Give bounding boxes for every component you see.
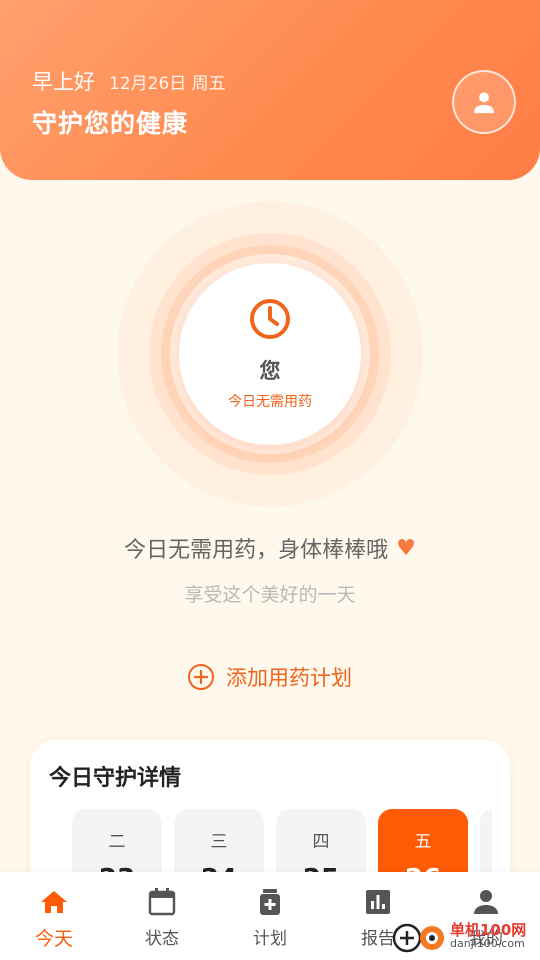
nav-item-today[interactable]: 今天 — [0, 872, 108, 960]
bar-chart-icon — [366, 890, 390, 914]
nav-label: 今天 — [34, 928, 73, 950]
user-name: 您 — [259, 359, 281, 383]
watermark-text: 单机100网 danji100.com — [450, 922, 526, 951]
date-text: 12月26日 周五 — [109, 74, 226, 94]
avatar-button[interactable] — [452, 70, 516, 134]
greeting-row: 早上好 12月26日 周五 — [32, 66, 226, 96]
nav-label: 状态 — [145, 929, 179, 949]
status-message-text: 今日无需用药，身体棒棒哦 — [124, 538, 389, 563]
plus-circle-icon — [188, 664, 214, 690]
header: 早上好 12月26日 周五 守护您的健康 — [0, 0, 540, 180]
person-icon — [474, 92, 494, 114]
day-weekday: 五 — [414, 832, 432, 852]
watermark-logo-icon — [392, 923, 444, 953]
medicine-icon — [260, 889, 280, 915]
calendar-icon — [148, 888, 176, 916]
watermark-name: 单机100网 — [450, 920, 527, 939]
nav-label: 报告 — [361, 929, 395, 949]
nav-label: 计划 — [253, 929, 287, 949]
add-plan-button[interactable]: 添加用药计划 — [0, 662, 540, 692]
clock-icon — [250, 299, 290, 339]
greeting-text: 早上好 — [32, 70, 95, 94]
nav-item-status[interactable]: 状态 — [108, 872, 216, 960]
header-title: 守护您的健康 — [32, 109, 189, 138]
day-weekday: 三 — [210, 832, 228, 852]
watermark: 单机100网 danji100.com — [392, 912, 540, 960]
nav-item-plan[interactable]: 计划 — [216, 872, 324, 960]
heart-icon: ♥ — [396, 535, 416, 561]
watermark-url: danji100.com — [450, 937, 525, 951]
medication-status: 今日无需用药 — [228, 394, 312, 410]
home-icon — [41, 891, 67, 913]
day-weekday: 四 — [312, 832, 330, 852]
day-weekday: 二 — [108, 832, 126, 852]
add-plan-label: 添加用药计划 — [226, 666, 352, 690]
sub-message: 享受这个美好的一天 — [184, 584, 356, 606]
card-title: 今日守护详情 — [49, 766, 182, 791]
status-message: 今日无需用药，身体棒棒哦 ♥ — [0, 532, 540, 564]
status-circle[interactable]: 您 今日无需用药 — [179, 263, 361, 445]
